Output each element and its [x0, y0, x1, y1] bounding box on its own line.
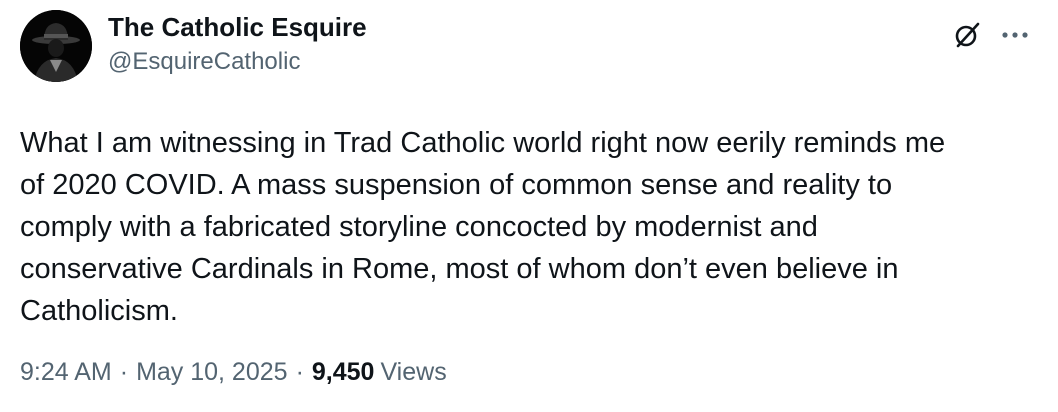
tweet-time[interactable]: 9:24 AM: [20, 352, 112, 392]
tweet-date[interactable]: May 10, 2025: [136, 352, 288, 392]
views-count[interactable]: 9,450: [312, 352, 375, 392]
tweet-card: The Catholic Esquire @EsquireCatholic Wh…: [0, 0, 1058, 412]
tweet-text: What I am witnessing in Trad Catholic wo…: [20, 127, 946, 327]
grok-icon[interactable]: [952, 20, 982, 50]
meta-separator: ·: [119, 358, 129, 386]
tweet-meta: 9:24 AM · May 10, 2025 · 9,450 Views: [20, 352, 447, 392]
avatar[interactable]: [20, 10, 92, 82]
author-names: The Catholic Esquire @EsquireCatholic: [108, 12, 367, 78]
more-options-icon[interactable]: [1000, 30, 1030, 40]
avatar-hat-figure-icon: [20, 10, 92, 82]
tweet-header: The Catholic Esquire @EsquireCatholic: [20, 10, 1038, 82]
author-handle[interactable]: @EsquireCatholic: [108, 46, 367, 78]
author-display-name[interactable]: The Catholic Esquire: [108, 12, 367, 42]
meta-separator: ·: [295, 358, 304, 386]
views-label[interactable]: Views: [380, 352, 446, 392]
header-actions: [952, 20, 1030, 50]
